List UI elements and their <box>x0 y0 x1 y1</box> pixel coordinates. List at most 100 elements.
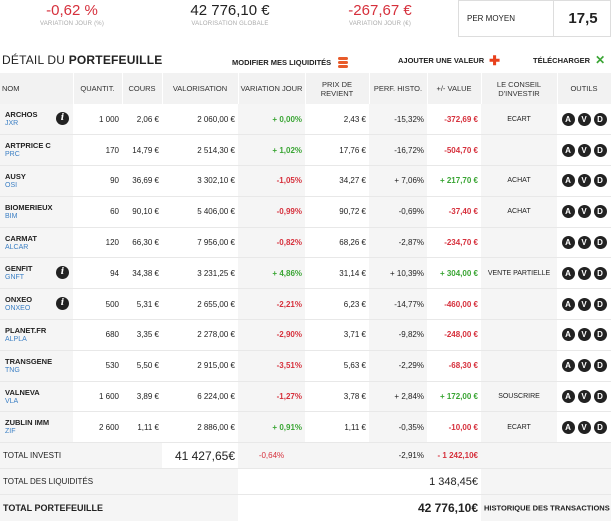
tool-a-button[interactable]: A <box>561 174 575 188</box>
per-moyen-label: PER MOYEN <box>467 14 516 23</box>
plus-value-cell: -10,00 € <box>427 411 481 444</box>
section-title-light: DÉTAIL DU <box>2 53 69 67</box>
tool-v-button[interactable]: V <box>577 390 591 404</box>
tool-a-button[interactable]: A <box>561 143 575 157</box>
column-header-plus-value: +/- VALUE <box>427 73 482 104</box>
per-moyen-value: 17,5 <box>553 1 611 37</box>
plus-value-cell: -68,30 € <box>427 350 481 382</box>
download-button[interactable]: TÉLÉCHARGER ✕ <box>533 54 605 66</box>
tool-d-button[interactable]: D <box>593 143 607 157</box>
tool-d-button[interactable]: D <box>593 112 607 126</box>
tool-v-button[interactable]: V <box>577 205 591 219</box>
kpi-variation-pct: -0,62 % VARIATION JOUR (%) <box>12 2 132 28</box>
tool-a-button[interactable]: A <box>561 328 575 342</box>
total-investi-value: 41 427,65€ <box>162 442 238 470</box>
stock-name-cell[interactable]: AUSY OSI <box>0 165 73 197</box>
stock-name-cell[interactable]: ZUBLIN IMM ZIF <box>0 411 73 444</box>
modify-liquidities-button[interactable]: MODIFIER MES LIQUIDITÉS <box>232 56 349 68</box>
stock-name-cell[interactable]: ARTPRICE C PRC <box>0 134 73 167</box>
kpi-variation-pct-value: -0,62 % <box>46 2 98 19</box>
price-cell: 3,89 € <box>122 381 162 413</box>
tool-v-button[interactable]: V <box>577 359 591 373</box>
price-cell: 90,10 € <box>122 196 162 228</box>
table-row: BIOMERIEUX BIM 60 90,10 €5 406,00 € -0,99% 90… <box>0 196 611 228</box>
tool-a-button[interactable]: A <box>561 112 575 126</box>
plus-value-cell: -372,69 € <box>427 104 481 136</box>
table-body: ARCHOS JXR i 1 000 2,06 €2 060,00 € + 0,00% 2,… <box>0 104 611 444</box>
valuation-cell: 7 956,00 € <box>162 227 238 259</box>
info-icon[interactable]: i <box>56 112 69 125</box>
advice-cell <box>481 319 557 351</box>
tool-a-button[interactable]: A <box>561 390 575 404</box>
tool-a-button[interactable]: A <box>561 420 575 434</box>
tool-v-button[interactable]: V <box>577 112 591 126</box>
tools-cell: AVD <box>557 381 611 413</box>
stock-name-cell[interactable]: VALNEVA VLA <box>0 381 73 413</box>
table-row: ARTPRICE C PRC 170 14,79 €2 514,30 € + 1,02%… <box>0 134 611 167</box>
quantity-cell: 680 <box>73 319 122 351</box>
perf-histo-cell: -2,29% <box>369 350 427 382</box>
perf-histo-cell: -0,69% <box>369 196 427 228</box>
stock-name-cell[interactable]: GENFIT GNFT i <box>0 257 73 290</box>
quantity-cell: 60 <box>73 196 122 228</box>
tool-d-button[interactable]: D <box>593 390 607 404</box>
tool-d-button[interactable]: D <box>593 174 607 188</box>
add-value-button[interactable]: AJOUTER UNE VALEUR ✚ <box>398 54 500 67</box>
advice-cell <box>481 134 557 167</box>
tool-d-button[interactable]: D <box>593 297 607 311</box>
tool-a-button[interactable]: A <box>561 359 575 373</box>
total-liquidites-label: TOTAL DES LIQUIDITÉS <box>0 468 238 496</box>
tool-v-button[interactable]: V <box>577 174 591 188</box>
perf-histo-cell: + 2,84% <box>369 381 427 413</box>
column-header-cours: COURS <box>122 73 163 104</box>
stock-name-cell[interactable]: PLANET.FR ALPLA <box>0 319 73 351</box>
tool-v-button[interactable]: V <box>577 328 591 342</box>
tool-v-button[interactable]: V <box>577 420 591 434</box>
tool-a-button[interactable]: A <box>561 266 575 280</box>
stock-name: BIOMERIEUX <box>5 202 53 212</box>
valuation-cell: 2 655,00 € <box>162 288 238 321</box>
daily-variation-cell: -2,21% <box>238 288 305 321</box>
stock-name-cell[interactable]: ARCHOS JXR i <box>0 104 73 136</box>
column-header-perf-histo: PERF. HISTO. <box>369 73 428 104</box>
stock-name-cell[interactable]: BIOMERIEUX BIM <box>0 196 73 228</box>
tool-d-button[interactable]: D <box>593 205 607 219</box>
total-investi-variation: -0,64% <box>238 442 305 470</box>
tool-v-button[interactable]: V <box>577 143 591 157</box>
stock-ticker: VLA <box>5 397 19 405</box>
column-header-variation-jour: VARIATION JOUR <box>238 73 306 104</box>
plus-value-cell: -248,00 € <box>427 319 481 351</box>
tool-v-button[interactable]: V <box>577 266 591 280</box>
tool-a-button[interactable]: A <box>561 297 575 311</box>
tool-a-button[interactable]: A <box>561 205 575 219</box>
tool-d-button[interactable]: D <box>593 359 607 373</box>
quantity-cell: 94 <box>73 257 122 290</box>
tool-d-button[interactable]: D <box>593 328 607 342</box>
total-investi-perf: -2,91% <box>369 442 427 470</box>
quantity-cell: 530 <box>73 350 122 382</box>
valuation-cell: 6 224,00 € <box>162 381 238 413</box>
tool-a-button[interactable]: A <box>561 236 575 250</box>
advice-cell: SOUSCRIRE <box>481 381 557 413</box>
coins-icon <box>336 56 349 68</box>
perf-histo-cell: -0,35% <box>369 411 427 444</box>
tool-v-button[interactable]: V <box>577 297 591 311</box>
tool-d-button[interactable]: D <box>593 266 607 280</box>
historique-button[interactable]: HISTORIQUE DES TRANSACTIONS <box>481 494 611 521</box>
price-cell: 1,11 € <box>122 411 162 444</box>
cost-price-cell: 5,63 € <box>305 350 369 382</box>
stock-ticker: ALPLA <box>5 335 27 343</box>
column-header-quantite: QUANTIT. <box>73 73 123 104</box>
stock-name-cell[interactable]: CARMAT ALCAR <box>0 227 73 259</box>
total-investi-filler <box>481 442 611 470</box>
price-cell: 5,31 € <box>122 288 162 321</box>
tool-d-button[interactable]: D <box>593 420 607 434</box>
perf-histo-cell: + 10,39% <box>369 257 427 290</box>
stock-name-cell[interactable]: ONXEO ONXEO i <box>0 288 73 321</box>
tool-v-button[interactable]: V <box>577 236 591 250</box>
stock-name-cell[interactable]: TRANSGENE TNG <box>0 350 73 382</box>
tool-d-button[interactable]: D <box>593 236 607 250</box>
tools-cell: AVD <box>557 104 611 136</box>
daily-variation-cell: + 0,91% <box>238 411 305 444</box>
historique-label: HISTORIQUE DES TRANSACTIONS <box>484 503 610 513</box>
